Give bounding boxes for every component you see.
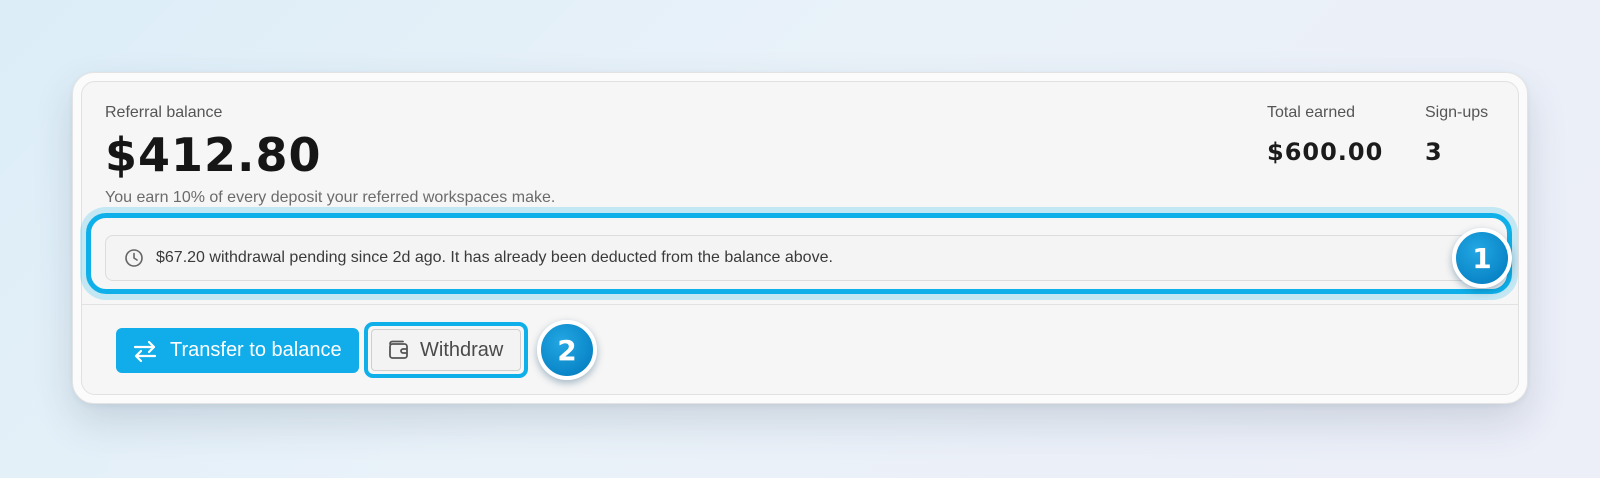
withdraw-button[interactable]: Withdraw <box>371 329 521 371</box>
balance-label: Referral balance <box>105 104 223 121</box>
transfer-button-label: Transfer to balance <box>170 339 342 361</box>
swap-arrows-icon <box>133 340 157 362</box>
total-earned-value: $600.00 <box>1267 138 1384 166</box>
balance-description: You earn 10% of every deposit your refer… <box>105 189 556 206</box>
signups-label: Sign-ups <box>1425 104 1489 121</box>
signups-value: 3 <box>1425 138 1443 166</box>
annotation-badge-2: 2 <box>537 320 597 380</box>
total-earned-label: Total earned <box>1267 104 1356 121</box>
section-divider <box>82 304 1518 305</box>
annotation-badge-1: 1 <box>1452 228 1512 288</box>
balance-amount: $412.80 <box>105 128 322 182</box>
wallet-icon <box>389 340 408 359</box>
withdraw-button-label: Withdraw <box>420 338 504 361</box>
clock-icon <box>125 249 143 267</box>
transfer-to-balance-button[interactable]: Transfer to balance <box>116 328 359 373</box>
pending-withdrawal-notice: $67.20 withdrawal pending since 2d ago. … <box>105 235 1490 281</box>
pending-notice-text: $67.20 withdrawal pending since 2d ago. … <box>156 249 833 266</box>
